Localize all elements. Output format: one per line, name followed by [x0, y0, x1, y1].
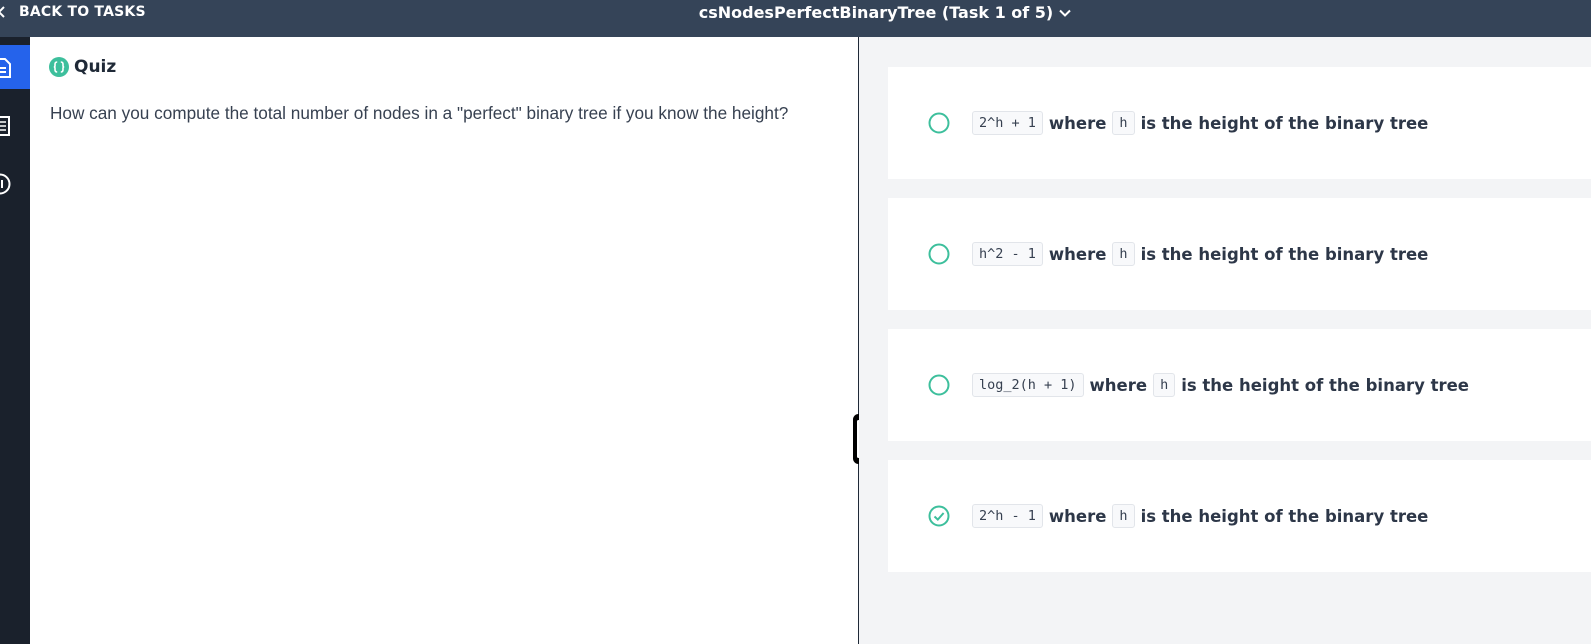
- answer-description: is the height of the binary tree: [1140, 244, 1429, 264]
- formula-code: 2^h + 1: [972, 111, 1043, 135]
- answer-option-selected[interactable]: 2^h - 1 where h is the height of the binary…: [888, 460, 1591, 572]
- where-label: where: [1048, 506, 1107, 526]
- where-label: where: [1048, 113, 1107, 133]
- variable-code: h: [1112, 242, 1135, 266]
- formula-code: h^2 - 1: [972, 242, 1043, 266]
- answer-description: is the height of the binary tree: [1181, 375, 1469, 395]
- quiz-title: Quiz: [74, 57, 117, 77]
- radio-unchecked-icon[interactable]: [928, 243, 950, 265]
- instructions-pane: Quiz How can you compute the total numbe…: [30, 37, 858, 644]
- variable-code: h: [1153, 373, 1176, 397]
- answers-pane: 2^h + 1 where h is the height of the binary…: [859, 37, 1591, 644]
- side-nav: [0, 37, 30, 644]
- where-label: where: [1048, 244, 1107, 264]
- answer-description: is the height of the binary tree: [1140, 506, 1429, 526]
- task-title: csNodesPerfectBinaryTree (Task 1 of 5): [698, 3, 1054, 22]
- answer-option[interactable]: 2^h + 1 where h is the height of the binary…: [888, 67, 1591, 179]
- variable-code: h: [1112, 504, 1135, 528]
- answer-option-text: h^2 - 1 where h is the height of the binary…: [972, 241, 1428, 267]
- task-selector: csNodesPerfectBinaryTree (Task 1 of 5): [0, 3, 1591, 22]
- radio-unchecked-icon[interactable]: [928, 374, 950, 396]
- answer-option[interactable]: log_2(h + 1) where h is the height of the b…: [888, 329, 1591, 441]
- task-selector-button[interactable]: csNodesPerfectBinaryTree (Task 1 of 5): [519, 3, 1073, 22]
- nav-item-instructions[interactable]: [0, 45, 30, 89]
- check-circle-icon[interactable]: [928, 505, 950, 527]
- variable-code: h: [1112, 111, 1135, 135]
- document-icon: [0, 58, 11, 78]
- answer-option-text: 2^h + 1 where h is the height of the binary…: [972, 110, 1428, 136]
- quiz-icon: [49, 57, 69, 77]
- nav-item-list[interactable]: [0, 103, 30, 147]
- quiz-header: Quiz: [49, 57, 116, 77]
- answer-option-text: log_2(h + 1) where h is the height of the b…: [972, 372, 1469, 398]
- chevron-down-icon: [1059, 9, 1071, 17]
- answer-option-text: 2^h - 1 where h is the height of the binary…: [972, 503, 1428, 529]
- radio-unchecked-icon[interactable]: [928, 112, 950, 134]
- formula-code: 2^h - 1: [972, 504, 1043, 528]
- answer-option[interactable]: h^2 - 1 where h is the height of the binary…: [888, 198, 1591, 310]
- quiz-question: How can you compute the total number of …: [50, 103, 789, 123]
- nav-item-info[interactable]: [0, 161, 30, 205]
- formula-code: log_2(h + 1): [972, 373, 1084, 397]
- where-label: where: [1089, 375, 1148, 395]
- list-icon: [0, 116, 10, 136]
- answer-description: is the height of the binary tree: [1140, 113, 1429, 133]
- top-bar: BACK TO TASKS csNodesPerfectBinaryTree (…: [0, 0, 1591, 37]
- info-icon: [0, 173, 11, 195]
